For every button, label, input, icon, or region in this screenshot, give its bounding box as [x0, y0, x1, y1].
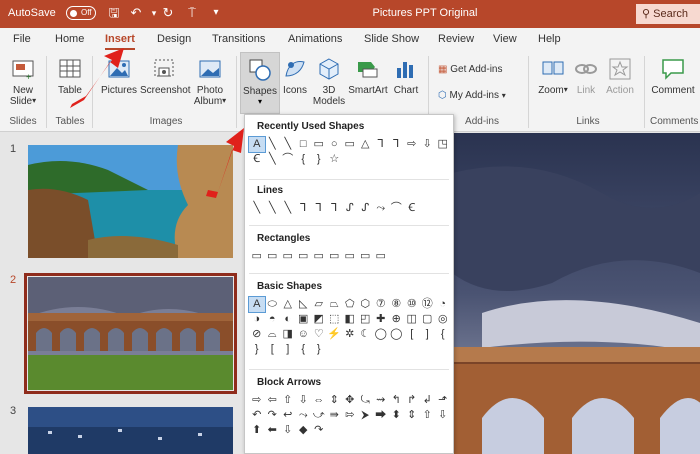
- arrow-to-insert-tab: [70, 48, 124, 108]
- arrow-to-shapes-button: [206, 128, 244, 198]
- annotation-arrows: [70, 48, 244, 198]
